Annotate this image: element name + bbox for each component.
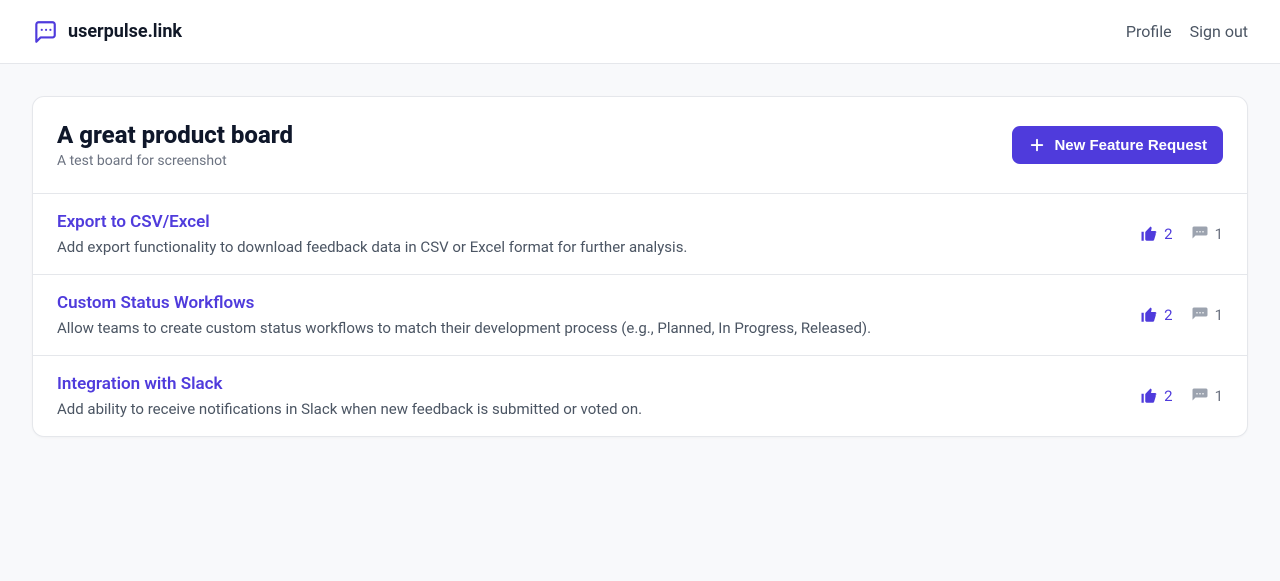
feature-text: Custom Status Workflows Allow teams to c… xyxy=(57,293,871,337)
board-title: A great product board xyxy=(57,121,293,149)
feature-row: Integration with Slack Add ability to re… xyxy=(33,356,1247,436)
nav-signout[interactable]: Sign out xyxy=(1190,22,1248,41)
logo-icon xyxy=(32,19,58,45)
feature-meta: 2 1 xyxy=(1140,306,1223,324)
comment-icon xyxy=(1191,387,1209,405)
feature-title-link[interactable]: Custom Status Workflows xyxy=(57,293,254,313)
feature-description: Allow teams to create custom status work… xyxy=(57,319,871,337)
vote-count: 2 xyxy=(1164,387,1172,405)
feature-text: Integration with Slack Add ability to re… xyxy=(57,374,642,418)
feature-row: Custom Status Workflows Allow teams to c… xyxy=(33,275,1247,356)
vote-count: 2 xyxy=(1164,225,1172,243)
brand-name: userpulse.link xyxy=(68,21,182,42)
new-feature-button[interactable]: New Feature Request xyxy=(1012,126,1223,164)
comment-group[interactable]: 1 xyxy=(1191,225,1223,243)
feature-description: Add export functionality to download fee… xyxy=(57,238,687,256)
thumbs-up-icon xyxy=(1140,225,1158,243)
board-description: A test board for screenshot xyxy=(57,153,293,169)
plus-icon xyxy=(1028,136,1046,154)
feature-meta: 2 1 xyxy=(1140,387,1223,405)
thumbs-up-icon xyxy=(1140,306,1158,324)
vote-group[interactable]: 2 xyxy=(1140,306,1172,324)
comment-icon xyxy=(1191,225,1209,243)
vote-count: 2 xyxy=(1164,306,1172,324)
comment-count: 1 xyxy=(1215,387,1223,405)
brand[interactable]: userpulse.link xyxy=(32,19,182,45)
vote-group[interactable]: 2 xyxy=(1140,225,1172,243)
feature-row: Export to CSV/Excel Add export functiona… xyxy=(33,194,1247,275)
vote-group[interactable]: 2 xyxy=(1140,387,1172,405)
feature-description: Add ability to receive notifications in … xyxy=(57,400,642,418)
feature-text: Export to CSV/Excel Add export functiona… xyxy=(57,212,687,256)
comment-icon xyxy=(1191,306,1209,324)
comment-count: 1 xyxy=(1215,225,1223,243)
comment-group[interactable]: 1 xyxy=(1191,387,1223,405)
nav-profile[interactable]: Profile xyxy=(1126,22,1172,41)
board-card: A great product board A test board for s… xyxy=(32,96,1248,437)
feature-title-link[interactable]: Export to CSV/Excel xyxy=(57,212,210,232)
app-header: userpulse.link Profile Sign out xyxy=(0,0,1280,64)
feature-title-link[interactable]: Integration with Slack xyxy=(57,374,223,394)
comment-count: 1 xyxy=(1215,306,1223,324)
new-feature-button-label: New Feature Request xyxy=(1054,137,1207,154)
top-nav: Profile Sign out xyxy=(1126,22,1248,41)
board-heading-group: A great product board A test board for s… xyxy=(57,121,293,169)
feature-meta: 2 1 xyxy=(1140,225,1223,243)
main-content: A great product board A test board for s… xyxy=(0,64,1280,469)
board-header: A great product board A test board for s… xyxy=(33,97,1247,194)
thumbs-up-icon xyxy=(1140,387,1158,405)
comment-group[interactable]: 1 xyxy=(1191,306,1223,324)
